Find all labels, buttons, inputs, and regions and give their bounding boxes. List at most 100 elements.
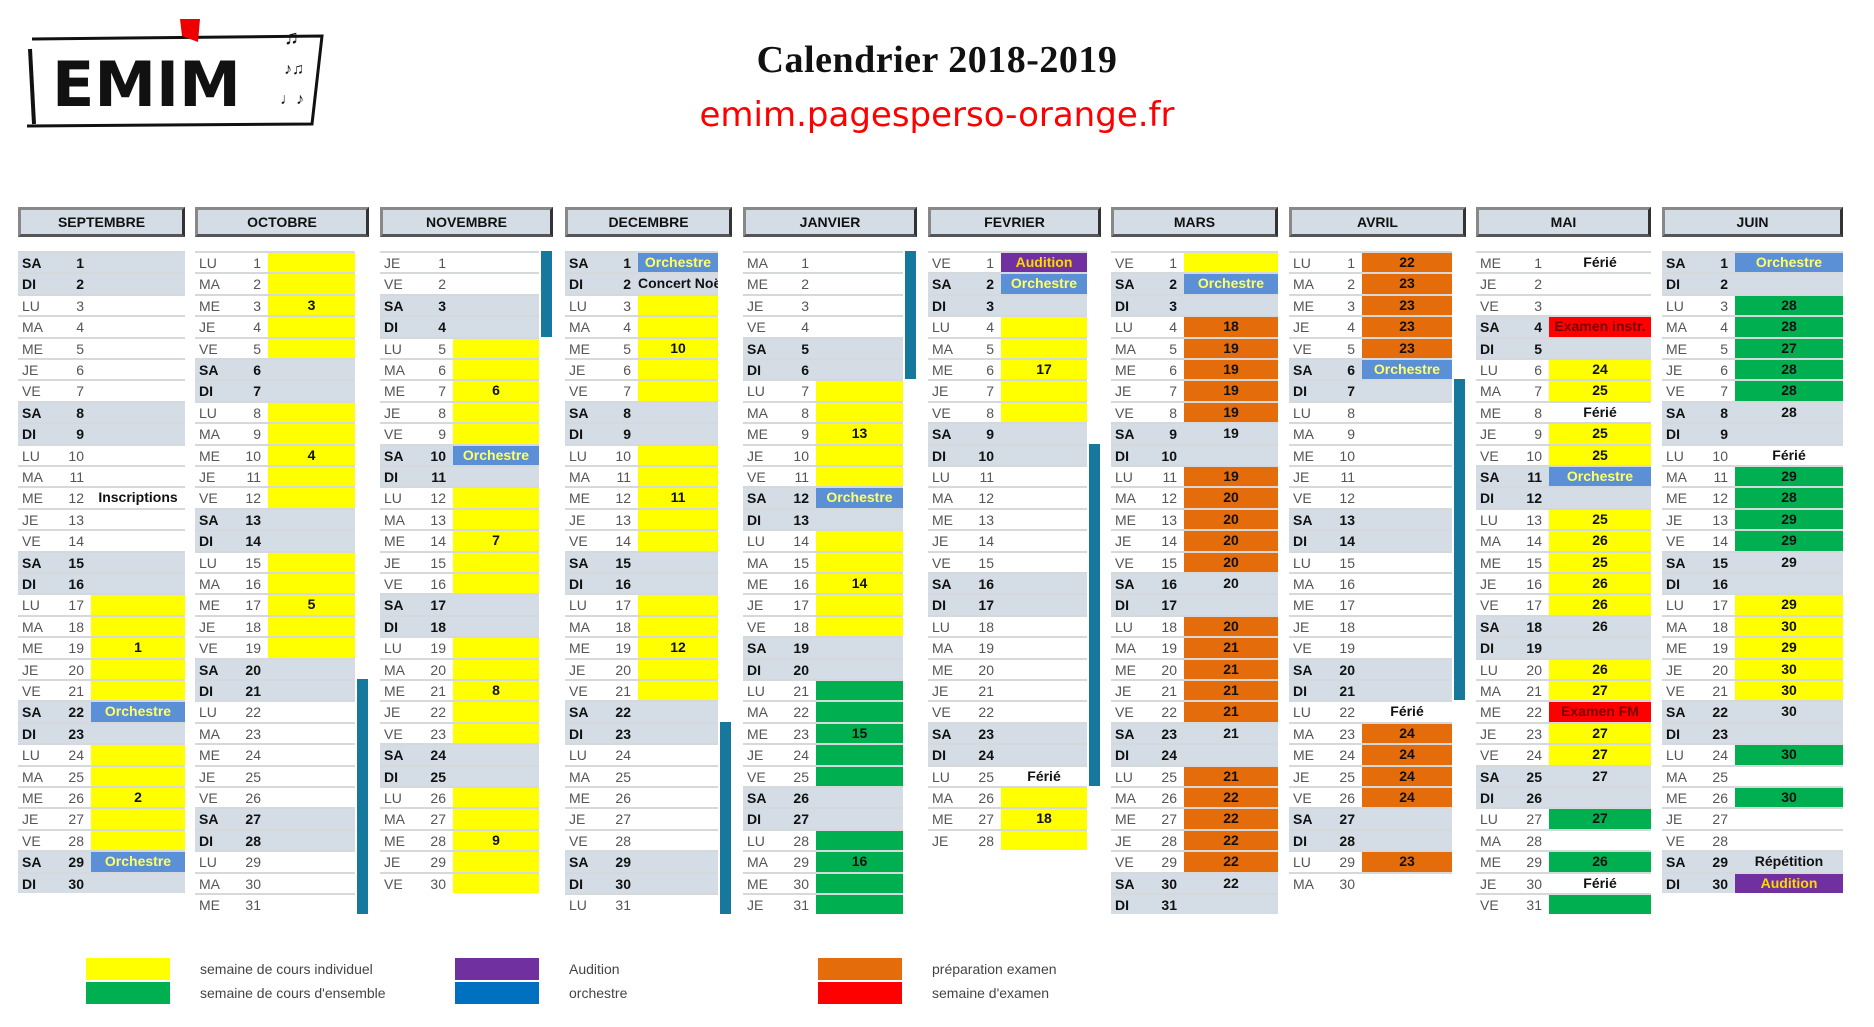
day-row: LU 8 (1289, 400, 1452, 422)
day-row: DI 31 (1111, 893, 1278, 915)
day-row: JE 15 (380, 550, 539, 572)
event-cell: 27 (1592, 767, 1608, 784)
day-row: DI 17 (928, 593, 1087, 615)
day-number: 22 (1339, 704, 1355, 721)
day-row: MA 19 21 (1111, 636, 1278, 658)
day-number: 30 (245, 875, 261, 892)
day-row: SA 23 21 (1111, 721, 1278, 744)
day-number: 19 (1339, 640, 1355, 657)
day-number: 10 (1526, 447, 1542, 464)
day-row: ME 10 (1289, 443, 1452, 465)
day-number: 27 (1712, 811, 1728, 828)
day-row: DI 2 (1662, 272, 1843, 294)
day-number: 20 (1161, 661, 1177, 678)
event-cell: 25 (1549, 424, 1651, 444)
legend-swatch (818, 958, 902, 980)
day-row: ME 13 20 (1111, 507, 1278, 530)
day-row: JE 27 (1662, 807, 1843, 828)
day-number: 28 (1161, 832, 1177, 849)
day-row: ME 7 6 (380, 379, 539, 401)
day-number: 3 (1534, 297, 1542, 314)
day-row: VE 21 (18, 679, 185, 701)
event-cell: 23 (1362, 295, 1452, 316)
event-cell (816, 702, 903, 722)
day-number: 12 (1339, 490, 1355, 507)
day-row: DI 24 (928, 743, 1087, 765)
day-row: ME 26 (565, 786, 718, 807)
day-number: 17 (793, 597, 809, 614)
day-number: 29 (68, 854, 84, 871)
site-url[interactable]: emim.pagesperso-orange.fr (0, 95, 1874, 135)
event-cell (638, 616, 718, 637)
day-number: 5 (1169, 340, 1177, 357)
day-row: SA 5 (743, 336, 903, 358)
event-cell (453, 702, 539, 722)
event-cell (1001, 317, 1087, 337)
day-row: DI 10 (928, 443, 1087, 465)
event-cell: 27 (1549, 723, 1651, 744)
day-number: 26 (1161, 790, 1177, 806)
day-number: 18 (1339, 618, 1355, 635)
event-cell: 19 (1223, 425, 1239, 442)
day-number: 16 (245, 576, 261, 592)
day-number: 21 (1339, 683, 1355, 699)
event-cell: 19 (1184, 338, 1278, 358)
event-cell: 22 (1184, 809, 1278, 829)
day-number: 11 (246, 469, 261, 485)
legend-swatch (455, 982, 539, 1004)
day-number: 6 (1169, 362, 1177, 378)
day-number: 26 (245, 790, 261, 806)
day-number: 13 (615, 511, 631, 528)
day-number: 8 (1534, 404, 1542, 421)
event-cell (91, 681, 185, 701)
day-number: 6 (438, 362, 446, 378)
day-row: VE 26 24 (1289, 786, 1452, 808)
day-number: 25 (1161, 768, 1177, 785)
day-number: 2 (801, 276, 809, 293)
day-row: DI 14 (1289, 529, 1452, 551)
day-row: DI 27 (743, 807, 903, 829)
day-row: DI 7 (1289, 379, 1452, 401)
day-number: 20 (245, 661, 261, 678)
day-number: 6 (253, 362, 261, 378)
day-number: 5 (1347, 340, 1355, 357)
day-number: 6 (1534, 362, 1542, 378)
day-number: 17 (978, 597, 994, 614)
day-row: LU 17 29 (1662, 593, 1843, 615)
day-row: JE 22 (380, 700, 539, 722)
day-row: DI 7 (195, 379, 355, 401)
event-cell: 14 (816, 574, 903, 594)
day-row: ME 6 17 (928, 358, 1087, 380)
event-cell (453, 509, 539, 530)
event-cell: 11 (638, 488, 718, 508)
event-cell (1001, 402, 1087, 423)
event-cell (816, 402, 903, 423)
day-number: 12 (1161, 490, 1177, 507)
day-number: 21 (68, 683, 84, 699)
event-cell: 15 (816, 723, 903, 744)
day-row: JE 11 (195, 465, 355, 487)
day-row: SA 3 (380, 293, 539, 316)
day-row: MA 27 (380, 807, 539, 829)
event-cell: 22 (1362, 253, 1452, 273)
event-cell: 28 (1735, 488, 1843, 508)
event-cell: 30 (1735, 681, 1843, 701)
event-cell: 21 (1184, 766, 1278, 786)
day-number: 7 (1534, 383, 1542, 400)
day-number: 19 (245, 640, 261, 657)
day-number: 28 (1526, 832, 1542, 849)
day-number: 4 (801, 319, 809, 336)
day-number: 2 (438, 276, 446, 293)
day-row: LU 3 28 (1662, 293, 1843, 316)
day-number: 16 (1339, 576, 1355, 592)
day-row: VE 19 (195, 636, 355, 658)
day-row: MA 4 (18, 315, 185, 336)
day-row: SA 2 Orchestre (928, 272, 1087, 294)
day-row: DI 9 (18, 422, 185, 444)
event-cell: 17 (1001, 360, 1087, 380)
day-number: 1 (801, 255, 809, 271)
day-row: SA 10 Orchestre (380, 443, 539, 465)
day-row: SA 23 (928, 721, 1087, 744)
day-number: 19 (68, 640, 84, 657)
event-cell (816, 616, 903, 637)
